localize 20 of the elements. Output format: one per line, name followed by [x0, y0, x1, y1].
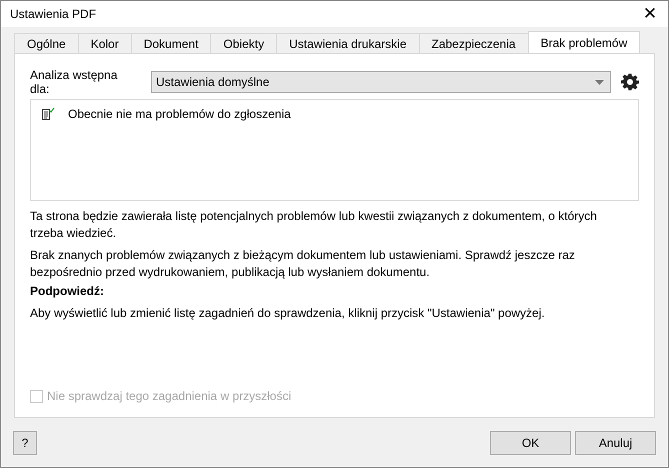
settings-icon[interactable]	[621, 73, 639, 91]
close-button[interactable]: ✕	[632, 1, 668, 27]
issue-text: Obecnie nie ma problemów do zgłoszenia	[68, 107, 291, 121]
help-button[interactable]: ?	[13, 431, 37, 455]
dialog-button[interactable]: Anuluj	[575, 431, 656, 455]
tab[interactable]: Ogólne	[14, 33, 79, 53]
checkbox-label: Nie sprawdzaj tego zagadnienia w przyszłości	[47, 389, 292, 403]
tab[interactable]: Obiekty	[210, 33, 278, 53]
description-text: Brak znanych problemów związanych z bieżącym dokumentem lub ustawieniami. Sprawdź jeszcze raz bezpośrednio przed wydrukowaniem, publikacją lub wysłaniem dokumentu.	[30, 247, 576, 281]
description-text: Aby wyświetlić lub zmienić listę zagadnień do sprawdzenia, kliknij przycisk "Ustawienia" powyżej.	[30, 305, 546, 322]
description-text: Ta strona będzie zawierała listę potencjalnych problemów lub kwestii związanych z dokumentem, o których trzeba wiedzieć.	[30, 208, 598, 242]
checklist-icon	[41, 107, 55, 121]
preflight-label: Analiza wstępna dla:	[30, 68, 118, 96]
tab[interactable]: Brak problemów	[528, 31, 640, 53]
tab[interactable]: Zabezpieczenia	[418, 33, 529, 53]
window-title: Ustawienia PDF	[10, 7, 96, 21]
dialog-button[interactable]: OK	[490, 431, 571, 455]
hint-heading: Podpowiedź:	[30, 283, 105, 300]
caret-icon	[595, 80, 604, 84]
preflight-dropdown[interactable]: Ustawienia domyślne	[151, 71, 611, 93]
